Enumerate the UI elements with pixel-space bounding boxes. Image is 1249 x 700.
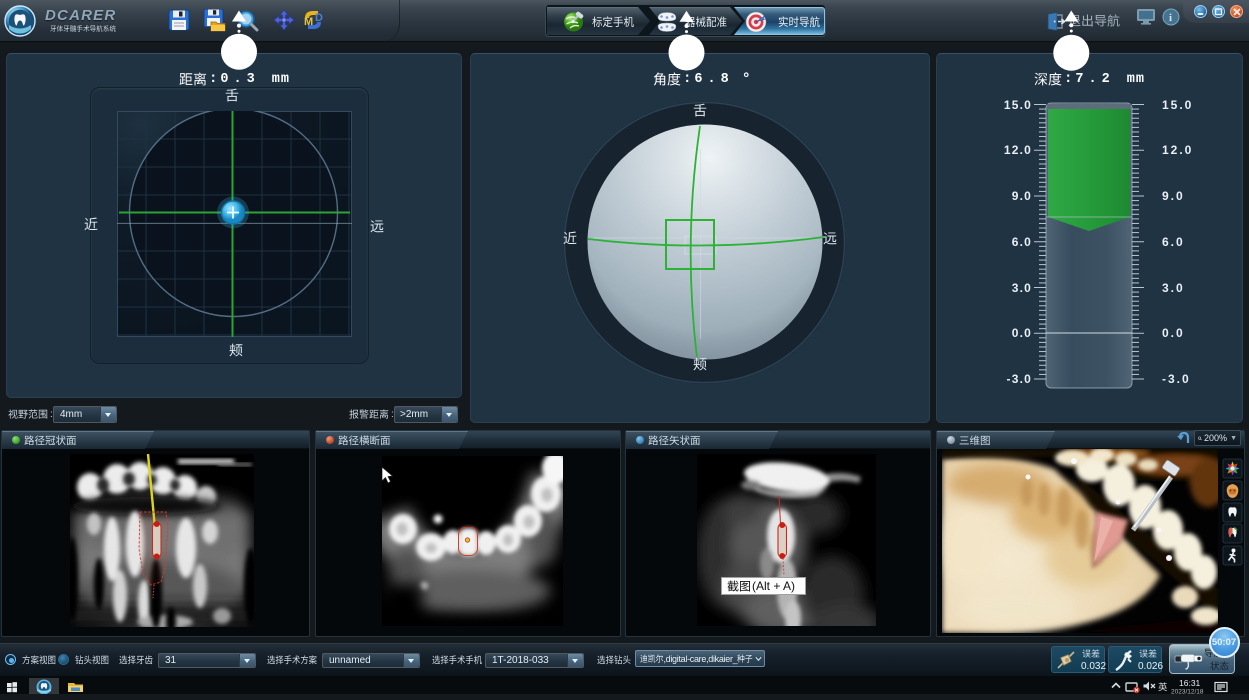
svg-text:2023/12/18: 2023/12/18 [1171,689,1204,695]
svg-text:16:31: 16:31 [1179,678,1201,688]
